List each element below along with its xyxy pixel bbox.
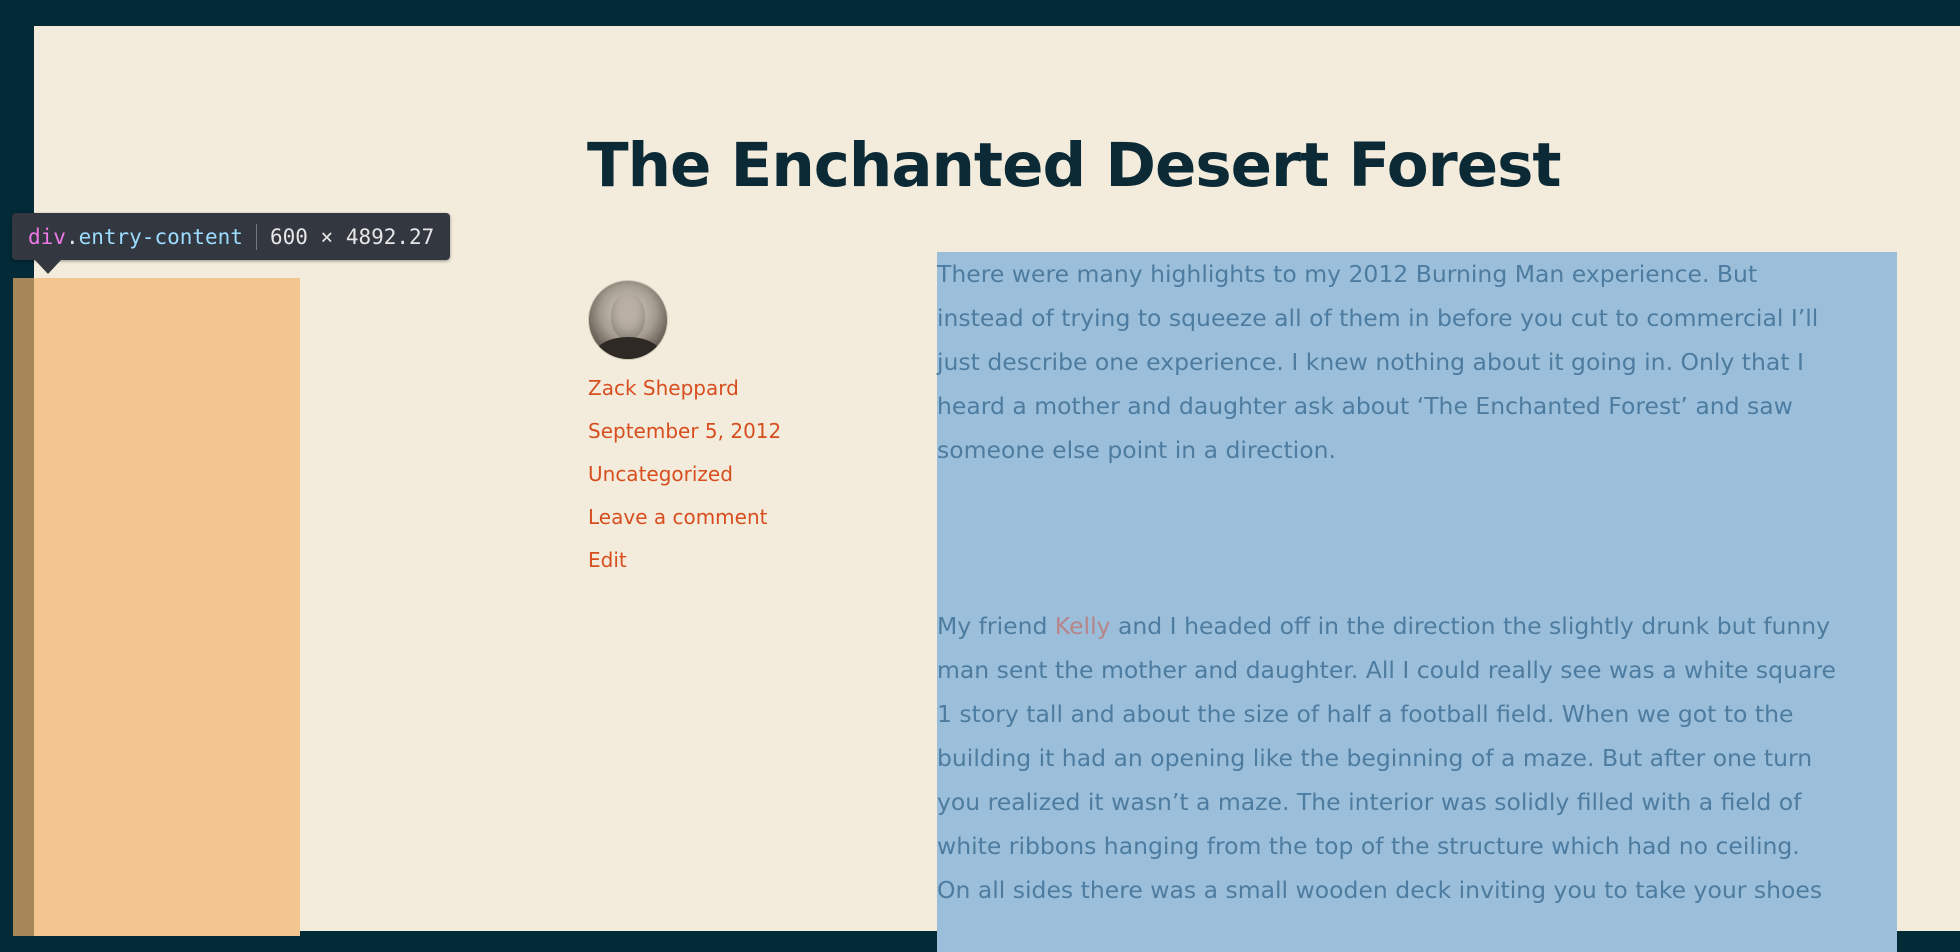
paragraph-2-line-3: 1 story tall and about the size of half … xyxy=(937,700,1794,728)
tooltip-class-name: entry-content xyxy=(78,224,243,249)
paragraph-1-line-2: instead of trying to squeeze all of them… xyxy=(937,304,1819,332)
paragraph-1-line-1: There were many highlights to my 2012 Bu… xyxy=(937,260,1758,288)
tooltip-arrow-icon xyxy=(35,260,61,274)
avatar-shoulders xyxy=(593,337,663,359)
paragraph-1-line-4: heard a mother and daughter ask about ‘T… xyxy=(937,392,1793,420)
paragraph-2-line-1-end: and I headed off in the direction the sl… xyxy=(1110,612,1831,640)
tooltip-class-dot: . xyxy=(65,224,79,249)
author-link[interactable]: Zack Sheppard xyxy=(588,376,848,400)
paragraph-2-line-2: man sent the mother and daughter. All I … xyxy=(937,656,1836,684)
paragraph-2-line-7: On all sides there was a small wooden de… xyxy=(937,876,1823,904)
paragraph-2-line-6: white ribbons hanging from the top of th… xyxy=(937,832,1800,860)
paragraph-1: There were many highlights to my 2012 Bu… xyxy=(937,252,1897,472)
post-meta: Zack Sheppard September 5, 2012 Uncatego… xyxy=(588,280,848,572)
kelly-link[interactable]: Kelly xyxy=(1055,612,1111,640)
author-avatar[interactable] xyxy=(588,280,668,360)
devtools-element-tooltip: div. entry-content 600 × 4892.27 xyxy=(12,213,451,260)
paragraph-2-line-1-start: My friend xyxy=(937,612,1055,640)
paragraph-1-line-3: just describe one experience. I knew not… xyxy=(937,348,1804,376)
tooltip-tag-name: div xyxy=(28,224,66,249)
date-link[interactable]: September 5, 2012 xyxy=(588,419,848,443)
post-title: The Enchanted Desert Forest xyxy=(587,130,1562,201)
entry-content: There were many highlights to my 2012 Bu… xyxy=(937,252,1897,952)
avatar-face xyxy=(611,293,645,339)
paragraph-1-line-5: someone else point in a direction. xyxy=(937,436,1336,464)
category-link[interactable]: Uncategorized xyxy=(588,462,848,486)
paragraph-2-line-4: building it had an opening like the begi… xyxy=(937,744,1813,772)
tooltip-dimensions: 600 × 4892.27 xyxy=(269,224,435,249)
paragraph-2: My friend Kelly and I headed off in the … xyxy=(937,604,1897,912)
tooltip-separator xyxy=(255,223,257,250)
devtools-margin-highlight xyxy=(13,278,34,936)
leave-comment-link[interactable]: Leave a comment xyxy=(588,505,848,529)
edit-link[interactable]: Edit xyxy=(588,548,848,572)
paragraph-2-line-5: you realized it wasn’t a maze. The inter… xyxy=(937,788,1802,816)
devtools-padding-highlight xyxy=(34,278,300,936)
